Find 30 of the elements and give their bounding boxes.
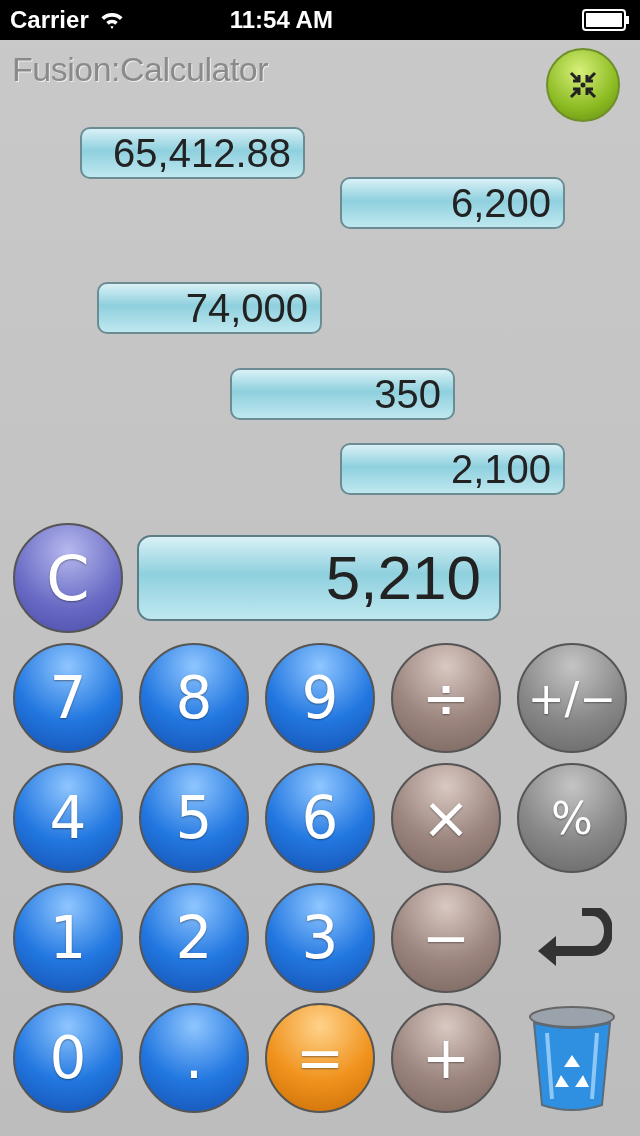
result-display: 5,210 [137,535,501,621]
keypad-button[interactable]: 1 [13,883,123,993]
keypad-button[interactable]: 3 [265,883,375,993]
number-tile[interactable]: 6,200 [340,177,565,229]
keypad-button[interactable]: 2 [139,883,249,993]
keypad-button[interactable]: . [139,1003,249,1113]
keypad-button[interactable]: ÷ [391,643,501,753]
keypad-button[interactable]: × [391,763,501,873]
number-tile[interactable]: 74,000 [97,282,322,334]
number-tile[interactable]: 350 [230,368,455,420]
carrier-name: Carrier [10,6,89,34]
keypad-button[interactable]: +/− [517,643,627,753]
keypad-button[interactable]: 8 [139,643,249,753]
keypad-button[interactable]: 6 [265,763,375,873]
keypad-button[interactable]: − [391,883,501,993]
battery-icon [582,9,630,31]
number-tile[interactable]: 2,100 [340,443,565,495]
clock-time: 11:54 AM [229,6,334,34]
keypad-button[interactable]: 5 [139,763,249,873]
keypad-button[interactable]: % [517,763,627,873]
clear-button[interactable]: C [13,523,123,633]
keypad-button[interactable]: 9 [265,643,375,753]
number-tile[interactable]: 65,412.88 [80,127,305,179]
keypad-button[interactable]: + [391,1003,501,1113]
keypad-button[interactable]: 7 [13,643,123,753]
keypad-button[interactable]: 0 [13,1003,123,1113]
keypad-button[interactable]: 4 [13,763,123,873]
app-title: Fusion:Calculator [12,50,269,89]
keypad-button[interactable]: = [265,1003,375,1113]
recycle-bin-icon[interactable] [527,1003,617,1113]
